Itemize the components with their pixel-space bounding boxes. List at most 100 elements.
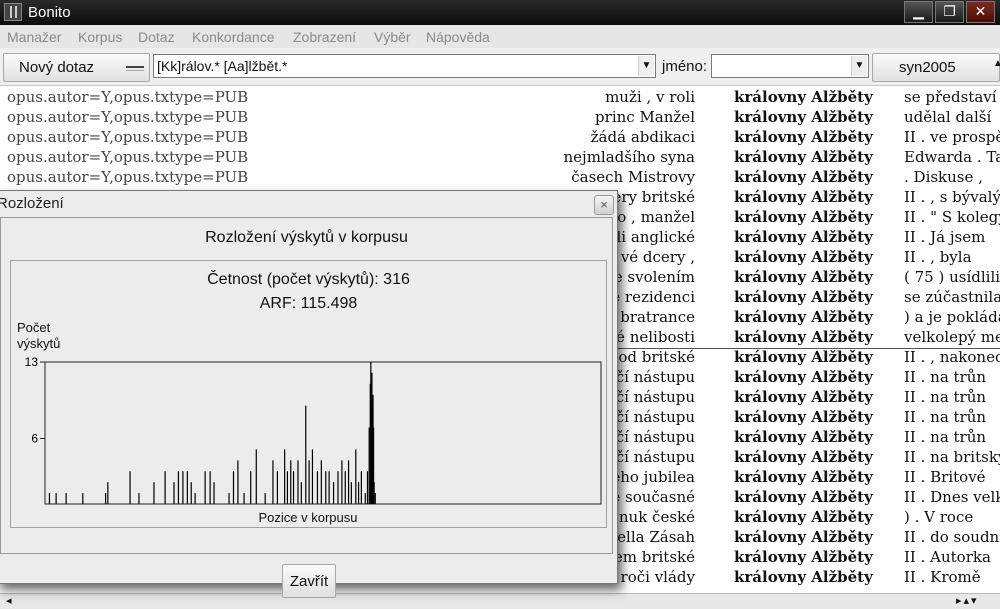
left-context: ké nelibosti [606,328,695,346]
restore-icon[interactable]: ❐ [935,1,964,23]
query-toolbar: Nový dotaz [Kk]rálov.* [Aa]lžbět.* ▼ jmé… [0,48,1000,86]
query-input[interactable]: [Kk]rálov.* [Aa]lžbět.* ▼ [153,54,656,78]
distribution-dialog: Rozložení × Rozložení výskytů v korpusu … [0,190,618,598]
right-context: ( 75 ) usídlili [904,268,1000,286]
right-context: II . , s bývalý [904,188,1000,206]
right-context: ) a je pokládá [904,308,1000,326]
keyword: královny Alžběty [734,448,873,466]
right-context: II . Dnes velk [904,488,1000,506]
chart-panel: Četnost (počet výskytů): 316 ARF: 115.49… [10,260,607,528]
keyword: královny Alžběty [734,168,873,186]
dialog-body: Rozložení výskytů v korpusu Četnost (poč… [0,217,613,598]
right-context: II . na britský [904,448,1000,466]
title-bar: Bonito ▁ ❐ ✕ [0,0,1000,25]
concordance-row[interactable]: opus.autor=Y,opus.txtype=PUB časech Mistr… [0,166,1000,186]
keyword: královny Alžběty [734,148,873,166]
keyword: královny Alžběty [734,268,873,286]
row-metadata: opus.autor=Y,opus.txtype=PUB [7,148,249,166]
keyword: královny Alžběty [734,468,873,486]
left-context: žádá abdikaci [590,128,695,146]
left-context: roči vlády [620,568,695,586]
y-tick-label: 6 [31,431,38,445]
menu-handle-icon [126,66,144,71]
y-axis-label-line2: výskytů [17,336,60,351]
keyword: královny Alžběty [734,528,873,546]
concordance-row[interactable]: opus.autor=Y,opus.txtype=PUB muži , v rol… [0,86,1000,106]
left-context: e současné [611,488,695,506]
left-context: čí nástupu [615,448,695,466]
chevron-down-icon[interactable]: ▼ [638,56,654,76]
right-context: udělal další [904,108,992,126]
menu-manazer[interactable]: Manažer [7,29,61,45]
new-query-label: Nový dotaz [19,59,95,76]
row-metadata: opus.autor=Y,opus.txtype=PUB [7,168,249,186]
keyword: královny Alžběty [734,228,873,246]
keyword: královny Alžběty [734,348,873,366]
right-context: II . do soudní [904,528,1000,546]
keyword: královny Alžběty [734,368,873,386]
corpus-label: syn2005 [899,59,956,76]
minimize-icon[interactable]: ▁ [904,1,933,23]
x-axis-label: Pozice v korpusu [259,510,358,525]
distribution-chart: Počet výskytů 6 13 Pozice v korpusu [17,320,602,525]
right-context: Edwarda . Ta [904,148,1000,166]
right-context: II . na trůn [904,388,987,406]
concordance-row[interactable]: opus.autor=Y,opus.txtype=PUB princ Manžel… [0,106,1000,126]
keyword: královny Alžběty [734,188,873,206]
left-context: bratrance [620,308,695,326]
right-context: se zúčastnila [904,288,1000,306]
keyword: královny Alžběty [734,248,873,266]
scroll-arrows-icon[interactable]: ▸▴▾ [956,594,979,607]
menu-vyber[interactable]: Výběr [374,29,411,45]
right-context: II . Autorka [904,548,991,566]
keyword: královny Alžběty [734,548,873,566]
close-button[interactable]: Zavřít [282,564,336,598]
keyword: královny Alžběty [734,508,873,526]
menu-bar: Manažer Korpus Dotaz Konkordance Zobraze… [0,25,1000,48]
left-context: nejmladšího syna [563,148,695,166]
dialog-title: Rozložení [0,195,64,212]
menu-konkordance[interactable]: Konkordance [192,29,275,45]
right-context: II . na trůn [904,368,987,386]
corpus-selector[interactable]: syn2005 ▲ [872,53,1000,82]
triangle-up-icon: ▲ [993,58,1000,69]
menu-zobrazeni[interactable]: Zobrazení [293,29,356,45]
row-divider [604,348,1000,349]
arf-label: ARF: 115.498 [259,295,358,312]
left-context: muži , v roli [605,88,695,106]
keyword: královny Alžběty [734,108,873,126]
left-context: ella Zásah [617,528,695,546]
left-context: e svolením [613,268,695,286]
horizontal-scrollbar[interactable]: ◂ ▸▴▾ [0,593,1000,609]
name-label: jméno: [662,58,708,75]
right-context: velkolepý me [904,328,1000,346]
left-context: čí nástupu [615,408,695,426]
menu-dotaz[interactable]: Dotaz [138,29,175,45]
right-context: II . ve prospě [904,128,1000,146]
scroll-left-icon[interactable]: ◂ [6,594,12,607]
concordance-row[interactable]: opus.autor=Y,opus.txtype=PUB nejmladšího … [0,146,1000,166]
y-axis-label-line1: Počet [17,320,51,335]
right-context: II . na trůn [904,408,987,426]
name-input[interactable]: ▼ [711,54,869,78]
left-context: li anglické [616,228,695,246]
window-title: Bonito [28,4,71,21]
close-icon[interactable]: ✕ [966,1,995,23]
left-context: o , manžel [617,208,695,226]
left-context: ery britské [612,188,695,206]
keyword: královny Alžběty [734,388,873,406]
concordance-row[interactable]: opus.autor=Y,opus.txtype=PUB žádá abdikac… [0,126,1000,146]
right-context: II . , byla [904,248,972,266]
dialog-heading: Rozložení výskytů v korpusu [205,229,408,246]
new-query-button[interactable]: Nový dotaz [3,53,150,82]
keyword: královny Alžběty [734,88,873,106]
right-context: II . Britové [904,468,986,486]
left-context: čí nástupu [615,388,695,406]
menu-korpus[interactable]: Korpus [78,29,122,45]
chevron-down-icon[interactable]: ▼ [851,56,867,76]
right-context: II . na trůn [904,428,987,446]
left-context: ého jubilea [611,468,695,486]
close-icon[interactable]: × [594,195,614,215]
menu-napoveda[interactable]: Nápověda [426,29,490,45]
keyword: královny Alžběty [734,568,873,586]
